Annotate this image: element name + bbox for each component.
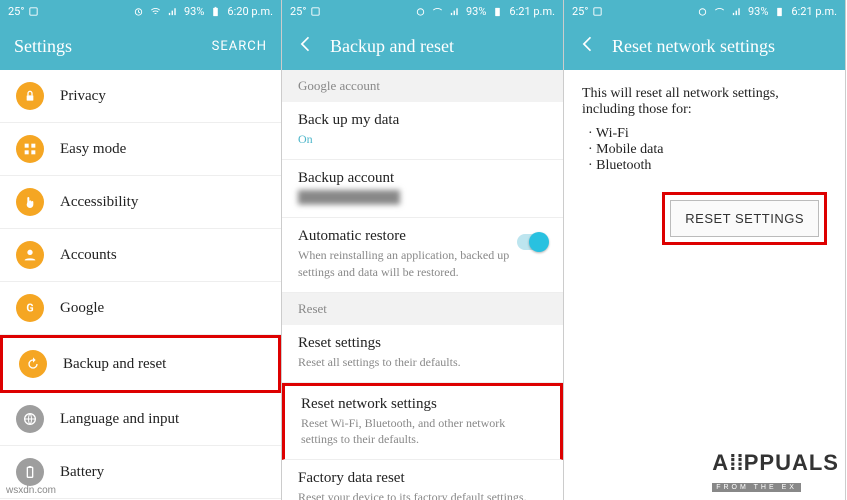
- globe-icon: [16, 405, 44, 433]
- section-reset: Reset: [282, 293, 563, 325]
- setting-title: Backup account: [298, 170, 547, 187]
- settings-item-label: Language and input: [60, 411, 179, 428]
- page-title: Settings: [14, 36, 198, 57]
- reset-network-pane: 25° 93% 6:21 p.m. Reset network settings…: [564, 0, 846, 500]
- g-icon: G: [16, 294, 44, 322]
- setting-title: Automatic restore: [298, 228, 517, 245]
- wifi-icon: [714, 6, 725, 17]
- settings-item-label: Privacy: [60, 88, 106, 105]
- clock: 6:20 p.m.: [227, 5, 273, 18]
- setting-subtitle: ████████████: [298, 189, 547, 205]
- alarm-icon: [697, 6, 708, 17]
- wifi-icon: [432, 6, 443, 17]
- setting-title: Back up my data: [298, 112, 547, 129]
- temperature: 25°: [8, 5, 24, 18]
- page-title: Reset network settings: [612, 36, 831, 57]
- reset-network-settings[interactable]: Reset network settings Reset Wi-Fi, Blue…: [282, 383, 563, 460]
- battery-percent: 93%: [748, 5, 768, 18]
- backup-reset-content: Google account Back up my data On Backup…: [282, 70, 563, 500]
- clock: 6:21 p.m.: [509, 5, 555, 18]
- battery-percent: 93%: [466, 5, 486, 18]
- settings-item-language-and-input[interactable]: Language and input: [0, 393, 281, 446]
- back-button[interactable]: [296, 34, 316, 58]
- automatic-restore[interactable]: Automatic restore When reinstalling an a…: [282, 218, 563, 292]
- battery-icon: [492, 6, 503, 17]
- screenshot-icon: [28, 6, 39, 17]
- settings-item-label: Backup and reset: [63, 356, 166, 373]
- backup-account[interactable]: Backup account ████████████: [282, 160, 563, 218]
- status-bar: 25° 93% 6:21 p.m.: [564, 0, 845, 22]
- reset-network-body: This will reset all network settings, in…: [564, 70, 845, 261]
- wifi-icon: [150, 6, 161, 17]
- settings-item-label: Google: [60, 300, 104, 317]
- signal-icon: [731, 6, 742, 17]
- auto-restore-toggle[interactable]: [517, 234, 547, 250]
- reset-item: Mobile data: [588, 142, 827, 158]
- battery-icon: [774, 6, 785, 17]
- title-bar: Reset network settings: [564, 22, 845, 70]
- setting-subtitle: When reinstalling an application, backed…: [298, 247, 517, 279]
- signal-icon: [167, 6, 178, 17]
- reset-button-highlight: RESET SETTINGS: [662, 192, 827, 245]
- lock-icon: [16, 82, 44, 110]
- setting-subtitle: Reset your device to its factory default…: [298, 489, 547, 500]
- setting-title: Reset settings: [298, 335, 547, 352]
- title-bar: Backup and reset: [282, 22, 563, 70]
- settings-item-google[interactable]: G Google: [0, 282, 281, 335]
- alarm-icon: [133, 6, 144, 17]
- search-action[interactable]: SEARCH: [212, 39, 267, 54]
- reset-settings[interactable]: Reset settings Reset all settings to the…: [282, 325, 563, 383]
- battery-percent: 93%: [184, 5, 204, 18]
- reset-items-list: Wi-FiMobile dataBluetooth: [588, 126, 827, 174]
- clock: 6:21 p.m.: [791, 5, 837, 18]
- source-watermark: wsxdn.com: [6, 485, 56, 496]
- setting-subtitle: Reset all settings to their defaults.: [298, 354, 547, 370]
- setting-subtitle: On: [298, 131, 547, 147]
- setting-title: Reset network settings: [301, 396, 544, 413]
- backup-my-data[interactable]: Back up my data On: [282, 102, 563, 160]
- signal-icon: [449, 6, 460, 17]
- settings-item-label: Accounts: [60, 247, 117, 264]
- settings-item-accessibility[interactable]: Accessibility: [0, 176, 281, 229]
- settings-item-label: Easy mode: [60, 141, 126, 158]
- section-google-account: Google account: [282, 70, 563, 102]
- alarm-icon: [415, 6, 426, 17]
- grid-icon: [16, 135, 44, 163]
- settings-item-accounts[interactable]: Accounts: [0, 229, 281, 282]
- settings-item-privacy[interactable]: Privacy: [0, 70, 281, 123]
- screenshot-icon: [592, 6, 603, 17]
- settings-item-easy-mode[interactable]: Easy mode: [0, 123, 281, 176]
- status-bar: 25° 93% 6:20 p.m.: [0, 0, 281, 22]
- reset-settings-button[interactable]: RESET SETTINGS: [670, 200, 819, 237]
- svg-text:G: G: [26, 301, 33, 314]
- hand-icon: [16, 188, 44, 216]
- backup-reset-pane: 25° 93% 6:21 p.m. Backup and reset Googl…: [282, 0, 564, 500]
- user-icon: [16, 241, 44, 269]
- settings-item-label: Battery: [60, 464, 104, 481]
- temperature: 25°: [572, 5, 588, 18]
- temperature: 25°: [290, 5, 306, 18]
- status-bar: 25° 93% 6:21 p.m.: [282, 0, 563, 22]
- factory-data-reset[interactable]: Factory data reset Reset your device to …: [282, 460, 563, 500]
- settings-item-backup-and-reset[interactable]: Backup and reset: [0, 335, 281, 393]
- setting-title: Factory data reset: [298, 470, 547, 487]
- battery-icon: [16, 458, 44, 486]
- setting-subtitle: Reset Wi-Fi, Bluetooth, and other networ…: [301, 415, 544, 447]
- page-title: Backup and reset: [330, 36, 549, 57]
- back-button[interactable]: [578, 34, 598, 58]
- reset-item: Wi-Fi: [588, 126, 827, 142]
- settings-pane: 25° 93% 6:20 p.m. Settings SEARCH Privac…: [0, 0, 282, 500]
- settings-item-label: Accessibility: [60, 194, 138, 211]
- intro-text: This will reset all network settings, in…: [582, 86, 827, 118]
- screenshot-icon: [310, 6, 321, 17]
- battery-icon: [210, 6, 221, 17]
- settings-list: Privacy Easy mode Accessibility Accounts G Go…: [0, 70, 281, 500]
- reset-item: Bluetooth: [588, 158, 827, 174]
- reset-icon: [19, 350, 47, 378]
- title-bar: Settings SEARCH: [0, 22, 281, 70]
